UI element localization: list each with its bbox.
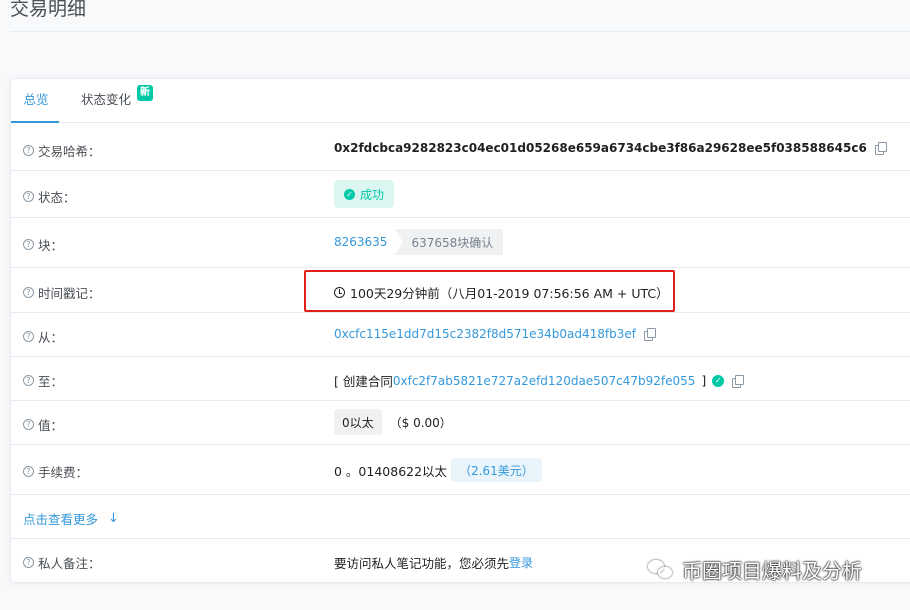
show-more-link[interactable]: 点击查看更多 ↓	[23, 509, 119, 528]
value-amount: 0以太	[334, 409, 382, 435]
help-icon[interactable]: ?	[23, 287, 34, 298]
help-icon[interactable]: ?	[23, 466, 34, 477]
help-icon[interactable]: ?	[23, 191, 34, 202]
row-to: ? 至： [ 创建合同 0xfc2f7ab5821e727a2efd120dae…	[11, 357, 910, 401]
login-link[interactable]: 登录	[509, 554, 533, 571]
tab-state-changes[interactable]: 状态变化	[81, 79, 131, 123]
confirmations-badge: 637658块确认	[395, 229, 504, 255]
copy-icon[interactable]	[732, 374, 745, 388]
tx-hash-label: 交易哈希：	[38, 144, 101, 159]
private-note-text: 要访问私人笔记功能，您必须先	[334, 556, 510, 571]
timestamp-value: 100天29分钟前（八月01-2019 07:56:56 AM + UTC）	[350, 286, 669, 301]
wechat-icon	[648, 558, 676, 582]
help-icon[interactable]: ?	[23, 375, 34, 386]
status-badge: ✓ 成功	[334, 180, 395, 208]
block-number-link[interactable]: 8263635	[334, 235, 387, 249]
show-more-label: 点击查看更多	[23, 512, 99, 527]
fee-amount: 0 。01408622以太	[334, 463, 448, 479]
tab-overview[interactable]: 总览	[11, 79, 59, 123]
private-note-label: 私人备注：	[38, 556, 101, 571]
row-tx-hash: ? 交易哈希： 0x2fdcbca9282823c04ec01d05268e65…	[11, 124, 910, 171]
arrow-down-icon: ↓	[108, 511, 119, 526]
value-usd: （$ 0.00）	[389, 415, 452, 430]
new-badge: 新	[137, 85, 153, 101]
watermark-text: 币圈项目爆料及分析	[682, 559, 862, 583]
to-suffix: ]	[701, 373, 707, 388]
to-label: 至：	[38, 374, 64, 389]
row-value: ? 值： 0以太 （$ 0.00）	[11, 401, 910, 445]
watermark: 币圈项目爆料及分析	[648, 555, 862, 584]
help-icon[interactable]: ?	[23, 557, 34, 568]
tx-hash-value: 0x2fdcbca9282823c04ec01d05268e659a6734cb…	[334, 141, 867, 155]
row-more: 点击查看更多 ↓	[11, 495, 910, 539]
clock-icon	[334, 287, 345, 298]
from-address-link[interactable]: 0xcfc115e1dd7d15c2382f8d571e34b0ad418fb3…	[334, 327, 636, 341]
copy-icon[interactable]	[874, 142, 887, 155]
block-label: 块：	[38, 238, 64, 253]
row-block: ? 块： 8263635 637658块确认	[11, 218, 910, 268]
contract-address-link[interactable]: 0xfc2f7ab5821e727a2efd120dae507c47b92fe0…	[393, 374, 696, 388]
row-status: ? 状态： ✓ 成功	[11, 171, 910, 218]
title-divider	[10, 31, 910, 32]
copy-icon[interactable]	[644, 328, 657, 341]
help-icon[interactable]: ?	[23, 419, 34, 430]
value-label: 值：	[38, 418, 64, 433]
fee-usd-badge: （2.61美元）	[451, 458, 542, 482]
verified-icon: ✓	[712, 374, 725, 387]
help-icon[interactable]: ?	[23, 331, 34, 342]
help-icon[interactable]: ?	[23, 145, 34, 156]
row-timestamp: ? 时间戳记： 100天29分钟前（八月01-2019 07:56:56 AM …	[11, 268, 910, 313]
page-title: 交易明细	[10, 0, 87, 20]
transaction-card: 总览 状态变化 新 ? 交易哈希： 0x2fdcbca9282823c04ec0…	[10, 78, 910, 583]
tab-bar: 总览 状态变化 新	[11, 79, 910, 123]
to-prefix: [ 创建合同	[334, 374, 393, 389]
timestamp-label: 时间戳记：	[38, 286, 101, 301]
check-circle-icon: ✓	[344, 188, 355, 200]
status-label: 状态：	[38, 190, 76, 205]
status-value: 成功	[360, 187, 385, 202]
help-icon[interactable]: ?	[23, 239, 34, 250]
row-from: ? 从： 0xcfc115e1dd7d15c2382f8d571e34b0ad4…	[11, 313, 910, 357]
row-fee: ? 手续费： 0 。01408622以太 （2.61美元）	[11, 445, 910, 495]
from-label: 从：	[38, 330, 64, 345]
fee-label: 手续费：	[38, 465, 89, 480]
